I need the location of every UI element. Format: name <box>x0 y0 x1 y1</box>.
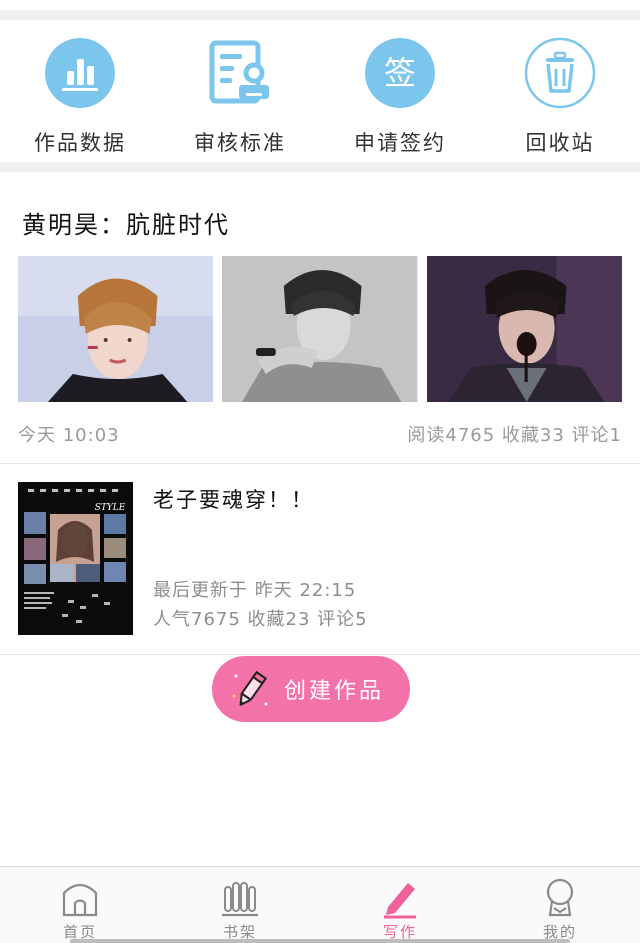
pencil-icon <box>232 670 268 706</box>
quick-action-work-data[interactable]: 作品数据 <box>0 20 160 157</box>
quick-action-label: 申请签约 <box>354 131 446 155</box>
cover-style-text: STYLE <box>95 503 126 513</box>
quick-action-apply-contract[interactable]: 签 申请签约 <box>320 20 480 157</box>
writer-center-page: 作品数据 审核标准 签 申请签约 回收站 黄明昊：肮脏时代 今天 10:03 阅… <box>0 0 640 943</box>
section-gap <box>0 10 640 20</box>
divider <box>0 463 640 464</box>
feature-time: 今天 10:03 <box>18 425 120 446</box>
quick-action-review-standard[interactable]: 审核标准 <box>160 20 320 157</box>
tab-profile[interactable]: 我的 <box>480 867 640 943</box>
tab-write[interactable]: 写作 <box>320 867 480 943</box>
pen-icon <box>384 883 416 919</box>
quick-action-label: 回收站 <box>525 131 595 155</box>
sign-contract-icon: 签 <box>364 37 436 109</box>
feature-stats: 阅读4765 收藏33 评论1 <box>407 425 622 446</box>
feature-photos[interactable] <box>18 256 622 402</box>
profile-icon <box>546 878 574 917</box>
work-updated: 最后更新于 昨天 22:15 <box>153 580 357 601</box>
work-title[interactable]: 老子要魂穿！！ <box>153 484 314 514</box>
home-indicator <box>70 939 570 943</box>
feature-photo-1 <box>18 256 214 402</box>
work-cover[interactable]: STYLE <box>18 482 133 635</box>
quick-action-recycle-bin[interactable]: 回收站 <box>480 20 640 157</box>
home-icon <box>62 883 98 917</box>
review-document-icon <box>204 37 276 109</box>
work-stats: 人气7675 收藏23 评论5 <box>153 609 368 630</box>
feature-meta: 今天 10:03 阅读4765 收藏33 评论1 <box>18 421 622 447</box>
quick-action-label: 审核标准 <box>194 131 286 155</box>
feature-photo-3 <box>426 256 622 402</box>
trash-icon <box>524 37 596 109</box>
create-work-label: 创建作品 <box>284 679 385 704</box>
bar-chart-icon <box>44 37 116 109</box>
create-work-button[interactable]: 创建作品 <box>212 656 410 722</box>
tab-home[interactable]: 首页 <box>0 867 160 943</box>
divider <box>0 654 640 655</box>
bottom-tab-bar: 首页 书架 写作 我的 <box>0 866 640 943</box>
quick-action-label: 作品数据 <box>34 131 126 155</box>
quick-actions: 作品数据 审核标准 签 申请签约 回收站 <box>0 20 640 162</box>
top-strip <box>0 0 640 10</box>
feature-title[interactable]: 黄明昊：肮脏时代 <box>22 205 230 240</box>
feature-photo-2 <box>222 256 418 402</box>
section-gap <box>0 162 640 172</box>
sign-glyph: 签 <box>384 54 416 92</box>
tab-bookshelf[interactable]: 书架 <box>160 867 320 943</box>
bookshelf-icon <box>222 882 258 917</box>
